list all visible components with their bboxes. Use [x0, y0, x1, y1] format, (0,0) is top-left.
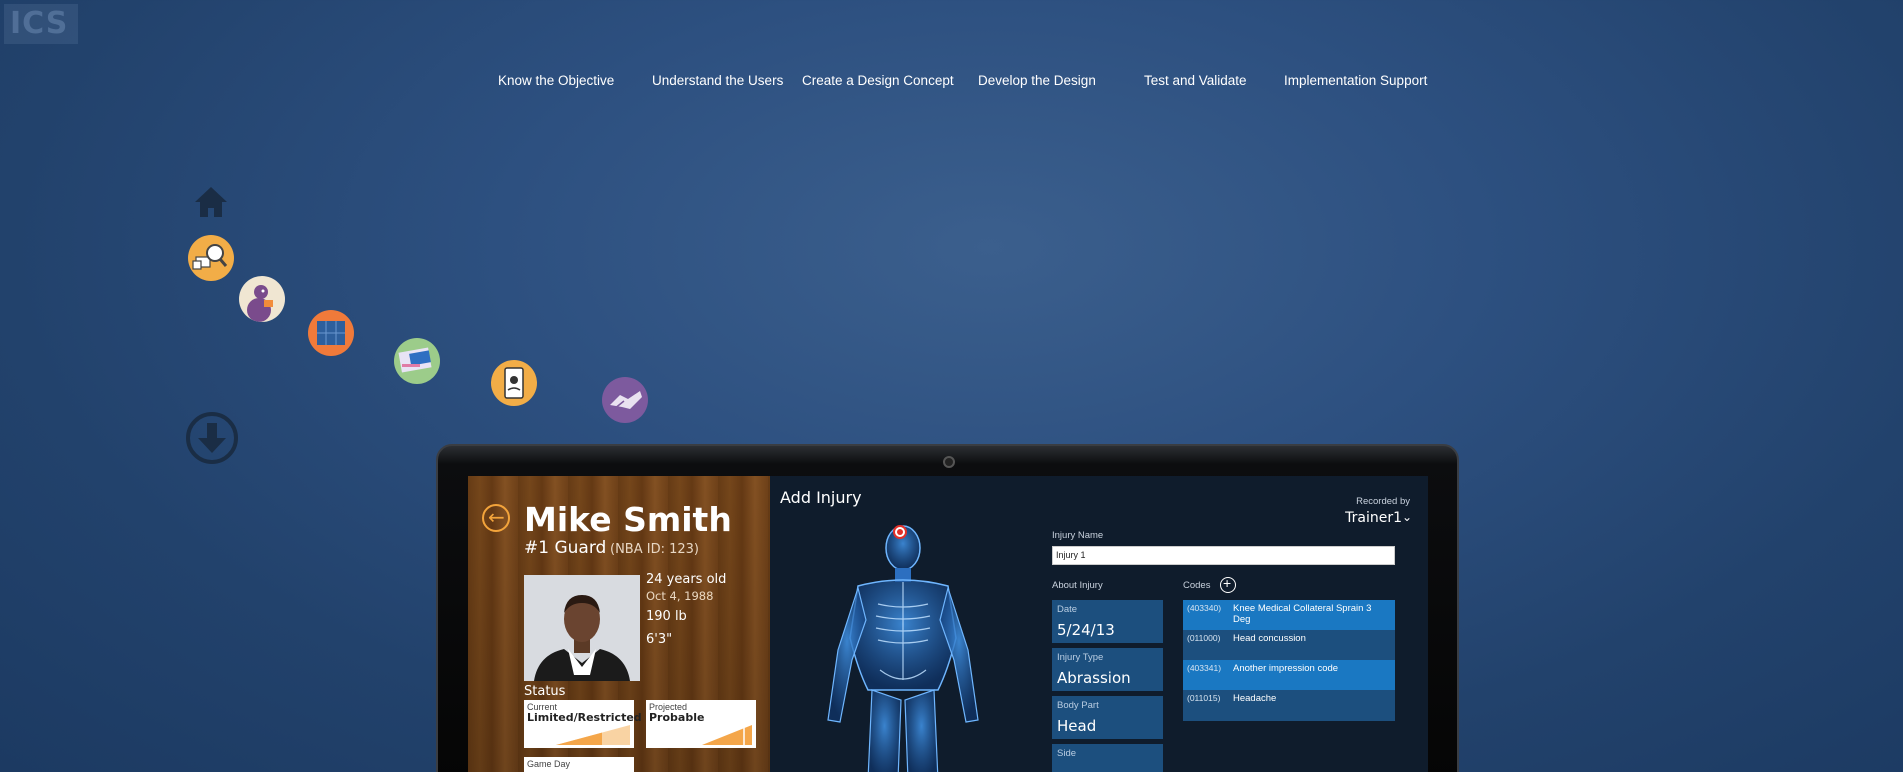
monitor-mockup: Mike Smith #1 Guard (NBA ID: 123) 24 yea…	[436, 444, 1459, 772]
design-icon[interactable]	[394, 338, 440, 384]
code-row[interactable]: (403341) Another impression code	[1183, 660, 1395, 690]
nav-implementation-support[interactable]: Implementation Support	[1284, 73, 1427, 88]
about-type-label: Injury Type	[1057, 652, 1104, 663]
status-title: Status	[524, 684, 566, 699]
player-name: Mike Smith	[524, 500, 732, 539]
about-type-value: Abrassion	[1057, 669, 1131, 687]
nav-create-a-design-concept[interactable]: Create a Design Concept	[802, 73, 954, 88]
about-date-label: Date	[1057, 604, 1078, 615]
status-gameday-card[interactable]: Game Day	[524, 757, 634, 772]
player-photo	[524, 575, 640, 681]
status-current-value: Limited/Restricted	[527, 711, 642, 724]
handshake-icon[interactable]	[602, 377, 648, 423]
code-row[interactable]: (403340) Knee Medical Collateral Sprain …	[1183, 600, 1395, 630]
nav-know-the-objective[interactable]: Know the Objective	[498, 73, 614, 88]
player-id: (NBA ID: 123)	[610, 542, 699, 557]
injury-name-input[interactable]: Injury 1	[1052, 546, 1395, 565]
code-description: Headache	[1233, 693, 1277, 704]
status-projected-value: Probable	[649, 711, 705, 724]
status-current-meter-icon	[556, 725, 630, 745]
nav-test-and-validate[interactable]: Test and Validate	[1144, 73, 1247, 88]
concept-icon[interactable]	[308, 310, 354, 356]
nav-understand-the-users[interactable]: Understand the Users	[652, 73, 783, 88]
arrow-down-circle-icon[interactable]	[185, 411, 239, 465]
status-projected-meter-icon	[702, 725, 752, 745]
user-research-icon[interactable]	[239, 276, 285, 322]
about-date-card[interactable]: Date 5/24/13	[1052, 600, 1163, 643]
body-map[interactable]	[798, 520, 1008, 772]
code-number: (403340)	[1187, 603, 1222, 613]
recorded-by-dropdown[interactable]: Trainer1	[1345, 510, 1402, 526]
codes-list: (403340) Knee Medical Collateral Sprain …	[1183, 600, 1395, 721]
about-side-label: Side	[1057, 748, 1077, 759]
ics-logo[interactable]: ICS	[4, 4, 78, 44]
nav-develop-the-design[interactable]: Develop the Design	[978, 73, 1096, 88]
player-height: 6'3"	[646, 632, 673, 647]
code-description: Head concussion	[1233, 633, 1306, 644]
about-bodypart-label: Body Part	[1057, 700, 1099, 711]
status-current-card[interactable]: Current Limited/Restricted	[524, 700, 642, 748]
status-gameday-label: Game Day	[527, 759, 571, 769]
code-number: (011015)	[1187, 693, 1221, 703]
about-injury-label: About Injury	[1052, 580, 1103, 591]
player-panel: Mike Smith #1 Guard (NBA ID: 123) 24 yea…	[468, 476, 770, 772]
player-facts: 24 years old Oct 4, 1988 190 lb 6'3"	[646, 572, 726, 647]
about-date-value: 5/24/13	[1057, 621, 1115, 639]
player-dob: Oct 4, 1988	[646, 589, 714, 603]
about-bodypart-value: Head	[1057, 717, 1097, 735]
add-code-icon[interactable]	[1220, 575, 1236, 593]
player-age: 24 years old	[646, 572, 727, 587]
code-row[interactable]: (011015) Headache	[1183, 690, 1395, 720]
camera-icon	[943, 456, 955, 468]
recorded-by-label: Recorded by	[1356, 496, 1410, 507]
home-icon[interactable]	[193, 184, 229, 220]
about-bodypart-card[interactable]: Body Part Head	[1052, 696, 1163, 739]
about-side-card[interactable]: Side	[1052, 744, 1163, 772]
back-arrow-icon[interactable]	[482, 504, 510, 532]
magnifier-icon[interactable]	[188, 235, 234, 281]
add-injury-title: Add Injury	[780, 488, 862, 507]
chevron-down-icon[interactable]: ⌄	[1402, 510, 1412, 524]
main-nav: Know the Objective Understand the Users …	[0, 73, 1903, 93]
app-screen: Mike Smith #1 Guard (NBA ID: 123) 24 yea…	[468, 476, 1428, 772]
code-number: (011000)	[1187, 633, 1221, 643]
about-type-card[interactable]: Injury Type Abrassion	[1052, 648, 1163, 691]
code-number: (403341)	[1187, 663, 1222, 673]
codes-label: Codes	[1183, 580, 1211, 591]
status-projected-card[interactable]: Projected Probable	[646, 700, 756, 748]
player-weight: 190 lb	[646, 609, 687, 624]
injury-name-label: Injury Name	[1052, 530, 1104, 541]
code-row[interactable]: (011000) Head concussion	[1183, 630, 1395, 660]
player-role: #1 Guard	[524, 538, 607, 558]
testing-icon[interactable]	[491, 360, 537, 406]
code-description: Another impression code	[1233, 663, 1339, 674]
code-description: Knee Medical Collateral Sprain 3 Deg	[1233, 603, 1372, 625]
